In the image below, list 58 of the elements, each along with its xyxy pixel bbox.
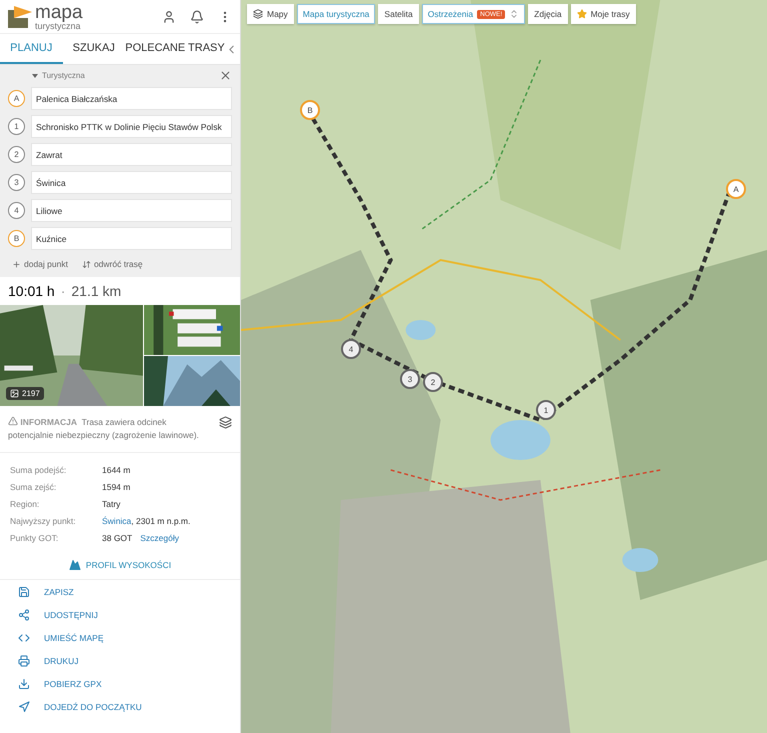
waypoint-marker: 3: [8, 174, 25, 191]
elevation-profile-button[interactable]: PROFIL WYSOKOŚCI: [60, 550, 180, 578]
stat-label: Region:: [10, 498, 40, 508]
stat-label: Suma zejść:: [10, 482, 58, 492]
action-button[interactable]: DOJEDŹ DO POCZĄTKU: [18, 700, 222, 712]
stat-value: , 2301 m n.p.m.: [131, 516, 190, 526]
peak-link[interactable]: Świnica: [102, 516, 132, 526]
stat-label: Najwyższy punkt:: [10, 516, 77, 526]
tab[interactable]: POLECANE TRASY: [125, 34, 225, 64]
waypoint-marker: 1: [8, 118, 25, 135]
directions-icon: [18, 700, 30, 712]
separator: ·: [60, 283, 66, 299]
share-icon: [18, 608, 30, 620]
stat-value: 1594 m: [102, 482, 132, 492]
stat-label: Suma podejść:: [10, 464, 68, 474]
stat-value: 1644 m: [102, 464, 132, 474]
reverse-route-link[interactable]: odwróć trasę: [82, 259, 143, 269]
plus-icon: [12, 260, 21, 268]
mountain-icon: [68, 558, 81, 570]
print-icon: [18, 654, 30, 666]
close-icon[interactable]: [219, 69, 232, 82]
waypoint-field[interactable]: Liliowe: [31, 199, 232, 222]
user-icon[interactable]: [162, 10, 176, 24]
waypoint-field[interactable]: Palenica Białczańska: [31, 87, 232, 110]
swap-icon: [82, 260, 91, 268]
action-button[interactable]: ZAPISZ: [18, 586, 222, 598]
logo-subtitle: turystyczna: [35, 22, 81, 30]
layers-icon[interactable]: [219, 416, 232, 429]
stat-label: Punkty GOT:: [10, 532, 60, 542]
waypoint-marker: B: [8, 230, 25, 247]
logo-icon: [8, 6, 32, 28]
stat-value: 38 GOT: [102, 532, 132, 542]
action-button[interactable]: DRUKUJ: [18, 654, 222, 666]
warning-icon: [8, 416, 18, 426]
add-point-link[interactable]: dodaj punkt: [12, 259, 68, 269]
waypoint-marker: 2: [8, 146, 25, 163]
download-icon: [18, 678, 30, 690]
waypoint-field[interactable]: Świnica: [31, 171, 232, 194]
info-text: INFORMACJA Trasa zawiera odcinek potencjalnie niebezpieczny (zagrożenie lawinowe).: [8, 416, 200, 442]
caret-icon: [32, 74, 38, 78]
waypoint-field[interactable]: Zawrat: [31, 143, 232, 166]
action-button[interactable]: POBIERZ GPX: [18, 678, 222, 690]
logo-text: mapa: [35, 2, 83, 22]
bell-icon[interactable]: [190, 10, 204, 24]
save-icon: [18, 586, 30, 598]
profile-dropdown[interactable]: Turystyczna: [32, 71, 85, 80]
waypoint-marker: A: [8, 90, 25, 107]
route-time: 10:01 h: [8, 283, 55, 299]
details-link[interactable]: Szczegóły: [140, 532, 179, 542]
tab[interactable]: SZUKAJ: [62, 34, 125, 64]
waypoint-field[interactable]: Schronisko PTTK w Dolinie Pięciu Stawów Polsk: [31, 115, 232, 138]
stat-value: Tatry: [102, 498, 122, 508]
route-distance: 21.1 km: [71, 283, 122, 299]
action-button[interactable]: UMIEŚĆ MAPĘ: [18, 632, 222, 644]
action-button[interactable]: UDOSTĘPNIJ: [18, 608, 222, 620]
embed-icon: [18, 632, 30, 644]
waypoint-marker: 4: [8, 202, 25, 219]
waypoint-field[interactable]: Kuźnice: [31, 227, 232, 250]
